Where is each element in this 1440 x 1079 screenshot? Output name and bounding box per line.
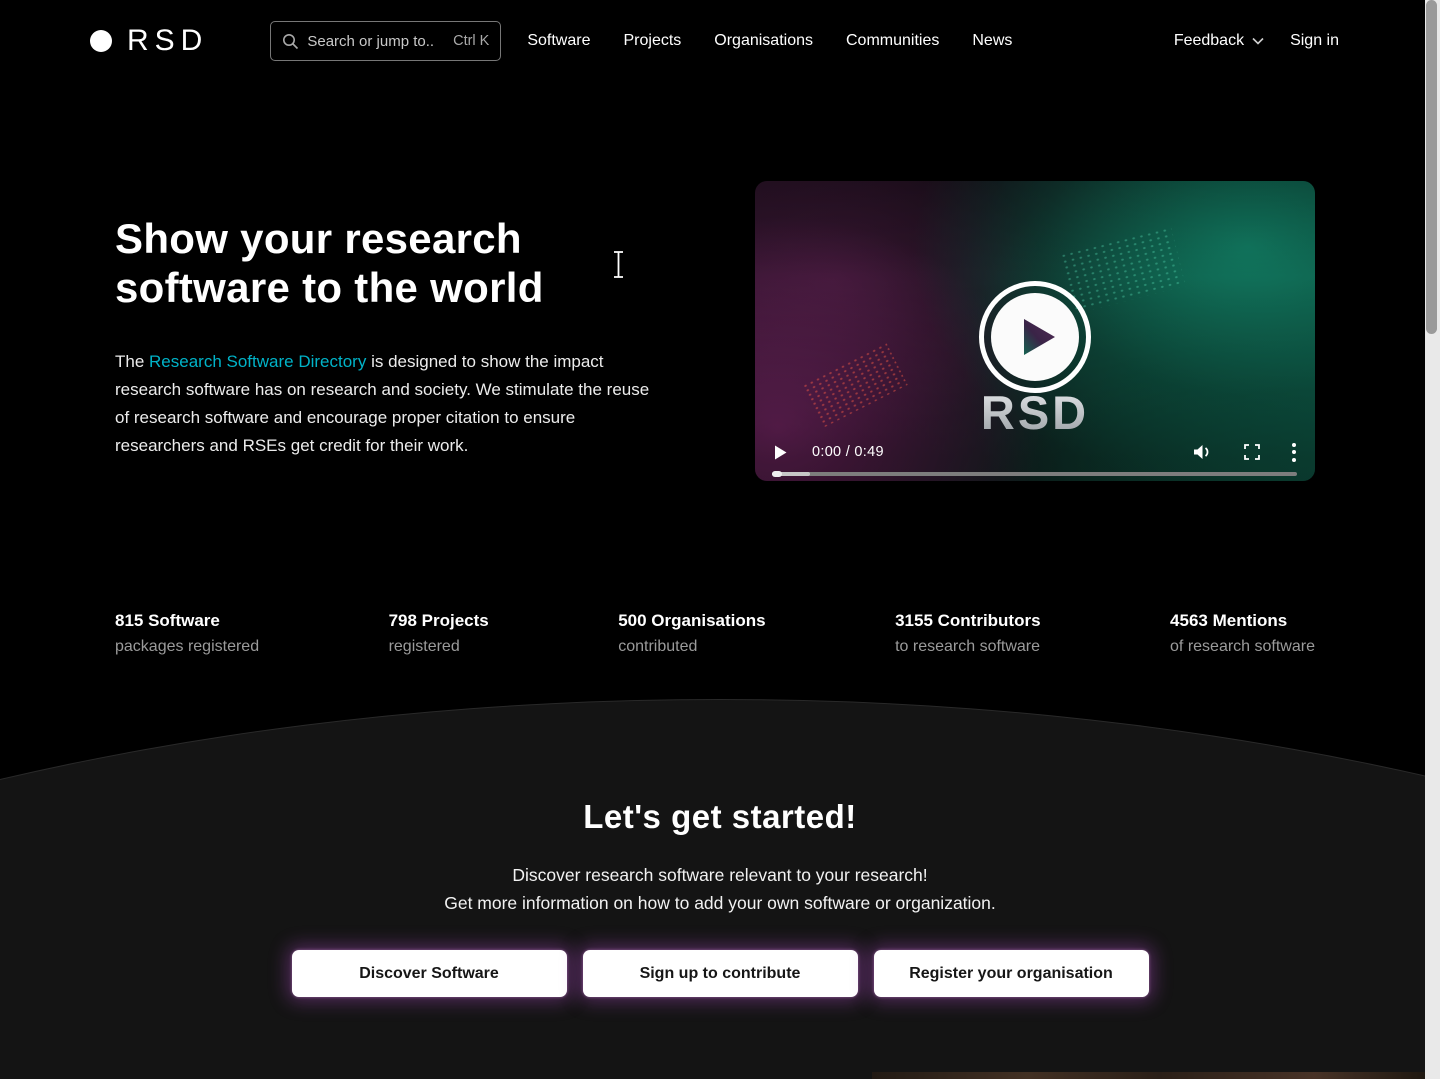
fullscreen-button[interactable] xyxy=(1244,444,1260,460)
feedback-label: Feedback xyxy=(1174,32,1244,50)
video-control-bar: 0:00 / 0:49 xyxy=(755,435,1315,469)
get-started-section: Let's get started! Discover research sof… xyxy=(0,695,1440,1079)
volume-icon xyxy=(1193,444,1212,460)
sign-in-link[interactable]: Sign in xyxy=(1290,32,1339,50)
search-shortcut-hint: Ctrl K xyxy=(453,33,489,49)
hero-paragraph-prefix: The xyxy=(115,352,149,371)
play-icon xyxy=(1021,317,1057,357)
video-controls-right xyxy=(1193,443,1296,462)
get-started-buttons: Discover Software Sign up to contribute … xyxy=(0,950,1440,997)
stat-value: 815 Software xyxy=(115,611,259,631)
discover-software-button[interactable]: Discover Software xyxy=(292,950,567,997)
navbar-right-group: Feedback Sign in xyxy=(1174,32,1339,50)
desktop-edge-strip xyxy=(872,1072,1425,1079)
stat-sublabel: to research software xyxy=(895,638,1040,656)
more-options-icon xyxy=(1292,443,1296,462)
search-input[interactable] xyxy=(307,33,435,50)
top-navbar: RSD Ctrl K Software Projects Organisatio… xyxy=(0,0,1425,82)
search-icon xyxy=(282,33,299,50)
stat-sublabel: registered xyxy=(389,638,489,656)
stat-value: 500 Organisations xyxy=(618,611,765,631)
play-icon xyxy=(774,445,787,460)
main-navigation: Software Projects Organisations Communit… xyxy=(527,32,1012,50)
get-started-line2: Get more information on how to add your … xyxy=(0,889,1440,917)
hero-paragraph: The Research Software Directory is desig… xyxy=(115,348,663,460)
video-progress-bar[interactable] xyxy=(772,472,1297,476)
scrollbar-track[interactable] xyxy=(1425,0,1440,1079)
sign-up-to-contribute-button[interactable]: Sign up to contribute xyxy=(583,950,858,997)
stat-organisations: 500 Organisations contributed xyxy=(618,611,765,656)
stat-value: 3155 Contributors xyxy=(895,611,1040,631)
volume-button[interactable] xyxy=(1193,444,1212,460)
video-progress-playhead[interactable] xyxy=(772,471,782,477)
register-organisation-button[interactable]: Register your organisation xyxy=(874,950,1149,997)
video-brand-text: RSD xyxy=(755,385,1315,440)
stat-value: 798 Projects xyxy=(389,611,489,631)
stat-sublabel: contributed xyxy=(618,638,765,656)
stat-value: 4563 Mentions xyxy=(1170,611,1315,631)
stat-contributors: 3155 Contributors to research software xyxy=(895,611,1040,656)
get-started-text: Discover research software relevant to y… xyxy=(0,861,1440,917)
hero-title: Show your research software to the world xyxy=(115,214,544,312)
intro-video-player[interactable]: RSD 0:00 / 0:49 xyxy=(755,181,1315,481)
stat-sublabel: packages registered xyxy=(115,638,259,656)
play-disc xyxy=(991,293,1079,381)
stat-projects: 798 Projects registered xyxy=(389,611,489,656)
nav-link-software[interactable]: Software xyxy=(527,32,590,50)
rsd-directory-link[interactable]: Research Software Directory xyxy=(149,352,366,371)
video-play-button[interactable] xyxy=(774,445,787,460)
more-options-button[interactable] xyxy=(1292,443,1296,462)
text-cursor-ibeam xyxy=(611,250,626,279)
chevron-down-icon xyxy=(1252,37,1264,45)
stat-software: 815 Software packages registered xyxy=(115,611,259,656)
global-search-box[interactable]: Ctrl K xyxy=(270,21,501,61)
stats-row: 815 Software packages registered 798 Pro… xyxy=(115,611,1315,656)
fullscreen-icon xyxy=(1244,444,1260,460)
rsd-logo[interactable]: RSD xyxy=(90,24,208,58)
video-time-display: 0:00 / 0:49 xyxy=(812,444,884,460)
feedback-menu-button[interactable]: Feedback xyxy=(1174,32,1264,50)
rsd-logo-text: RSD xyxy=(127,24,208,58)
nav-link-news[interactable]: News xyxy=(972,32,1012,50)
video-big-play-button[interactable] xyxy=(979,281,1091,393)
hero-title-line1: Show your research xyxy=(115,214,544,263)
nav-link-projects[interactable]: Projects xyxy=(623,32,681,50)
stat-mentions: 4563 Mentions of research software xyxy=(1170,611,1315,656)
hero-title-line2: software to the world xyxy=(115,263,544,312)
get-started-title: Let's get started! xyxy=(0,798,1440,836)
rsd-logo-circle-icon xyxy=(90,30,112,52)
get-started-line1: Discover research software relevant to y… xyxy=(0,861,1440,889)
stat-sublabel: of research software xyxy=(1170,638,1315,656)
nav-link-communities[interactable]: Communities xyxy=(846,32,939,50)
nav-link-organisations[interactable]: Organisations xyxy=(714,32,813,50)
scrollbar-thumb[interactable] xyxy=(1426,0,1437,334)
